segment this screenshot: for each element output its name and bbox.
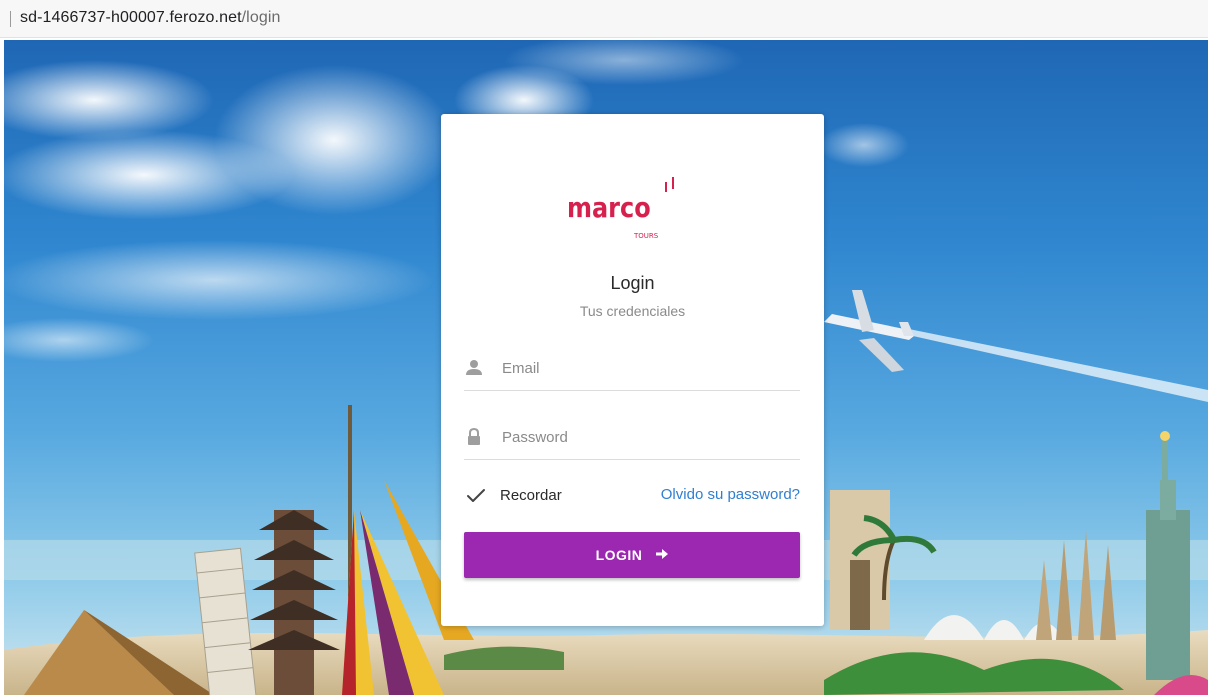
forgot-password-link[interactable]: Olvido su password? [661,486,800,503]
airplane-with-contrail [824,290,1208,402]
url-path: /login [241,9,281,26]
browser-address-bar[interactable]: sd-1466737-h00007.ferozo.net/login [0,0,1208,38]
password-field[interactable] [464,419,800,460]
address-url[interactable]: sd-1466737-h00007.ferozo.net/login [20,9,281,27]
url-host: sd-1466737-h00007.ferozo.net [20,9,242,26]
email-input[interactable] [502,356,792,380]
marco-tours-logo: marco TOURS [561,164,711,254]
password-input[interactable] [502,425,792,449]
page-root: sd-1466737-h00007.ferozo.net/login marco… [0,0,1208,695]
login-card: marco TOURS Login Tus credenciales Email… [441,114,824,626]
logo-brand: marco [567,192,651,224]
statue-of-liberty [1146,431,1190,680]
arrow-right-icon [656,547,669,563]
checkmark-icon [466,488,486,504]
remember-label: Recordar [500,487,562,504]
login-button[interactable]: LOGIN [464,532,800,578]
email-field[interactable] [464,350,800,391]
login-subtitle: Tus credenciales [579,303,686,319]
text-cursor [10,11,11,27]
login-title: Login [610,273,655,293]
login-button-label: LOGIN [595,547,643,563]
user-icon [466,359,482,377]
lock-icon [466,427,482,446]
logo-sub: TOURS [633,232,659,240]
